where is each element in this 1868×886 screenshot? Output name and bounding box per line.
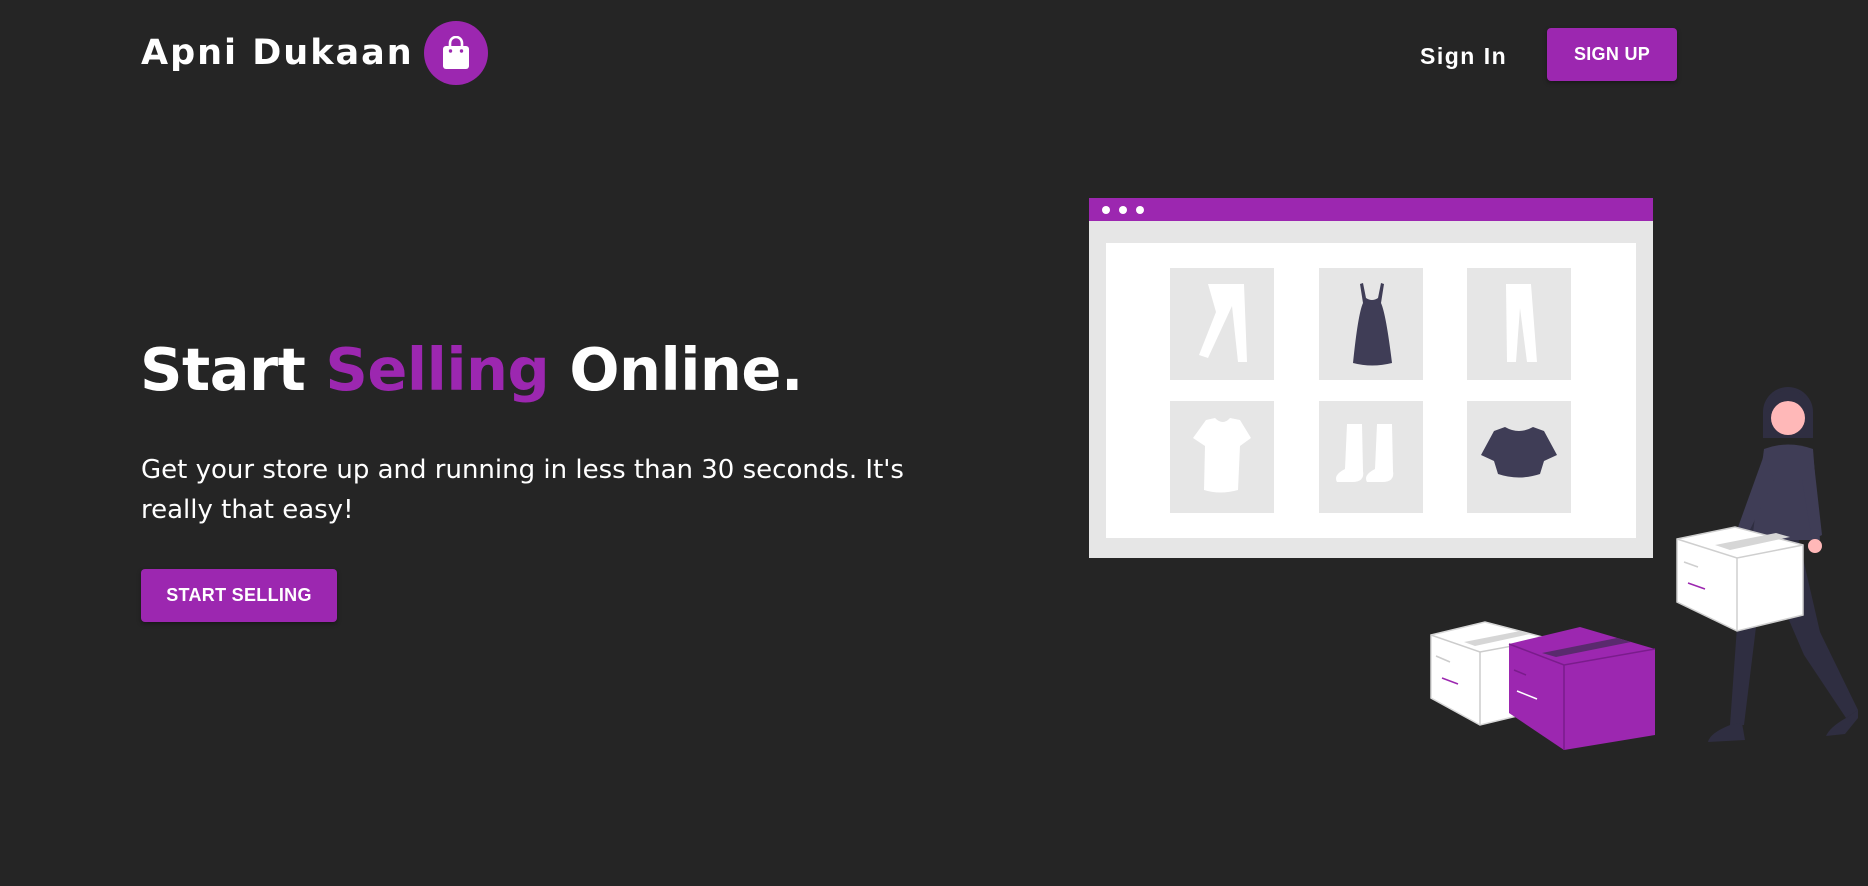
navbar: Apni Dukaan Sign In SIGN UP xyxy=(0,0,1868,108)
signin-button[interactable]: Sign In xyxy=(1420,36,1507,76)
hero-title: Start Selling Online. xyxy=(140,335,803,404)
purple-box xyxy=(1508,627,1656,750)
hero-title-start: Start xyxy=(140,335,306,404)
person-carrying-box xyxy=(1676,387,1858,742)
online-store-illustration-svg xyxy=(1089,198,1858,750)
brand-link[interactable]: Apni Dukaan xyxy=(141,21,488,85)
signup-button[interactable]: SIGN UP xyxy=(1547,28,1677,81)
start-selling-button[interactable]: START SELLING xyxy=(141,569,337,622)
brand-name: Apni Dukaan xyxy=(141,33,414,73)
hero-title-accent: Selling xyxy=(325,335,550,404)
shopping-bag-icon xyxy=(423,21,488,85)
hero-title-end: Online. xyxy=(569,335,803,404)
online-store-illustration xyxy=(1080,190,1860,770)
hero-subtitle: Get your store up and running in less th… xyxy=(141,455,904,525)
